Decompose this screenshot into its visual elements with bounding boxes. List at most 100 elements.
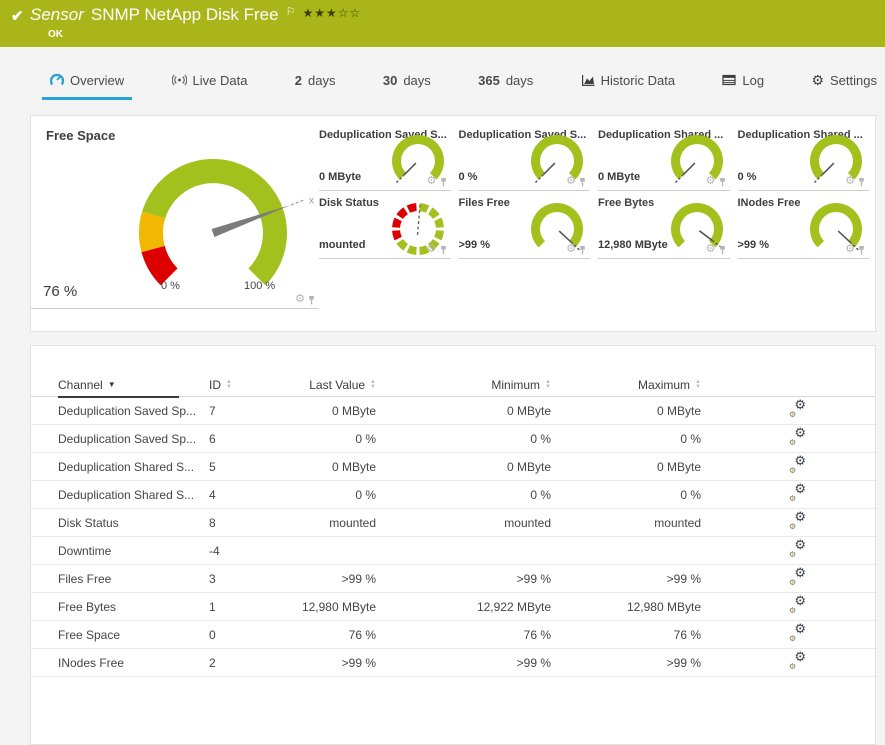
chart-icon bbox=[581, 74, 595, 87]
cell-channel: Deduplication Shared S... bbox=[31, 488, 209, 502]
pin-icon[interactable] bbox=[858, 245, 865, 255]
gear-icon[interactable]: ⚙ bbox=[706, 244, 716, 255]
cell-last: 76 % bbox=[299, 628, 376, 642]
cell-channel: Free Bytes bbox=[31, 600, 209, 614]
pin-icon[interactable] bbox=[719, 177, 726, 187]
log-icon bbox=[722, 74, 736, 86]
main-gauge-value: 76 % bbox=[43, 283, 77, 300]
broadcast-icon bbox=[172, 74, 187, 86]
cell-last: >99 % bbox=[299, 572, 376, 586]
table-row[interactable]: Free Bytes112,980 MByte12,922 MByte12,98… bbox=[31, 593, 875, 621]
gauge-cell-icons[interactable]: ⚙ bbox=[706, 244, 726, 255]
table-row[interactable]: Deduplication Shared S...40 %0 %0 %⚙⚙ bbox=[31, 481, 875, 509]
flag-icon[interactable]: ⚐ bbox=[286, 5, 296, 18]
page-title: SNMP NetApp Disk Free bbox=[91, 5, 279, 25]
channel-settings-icon[interactable]: ⚙⚙ bbox=[789, 430, 806, 445]
tab-historic-data[interactable]: Historic Data bbox=[575, 60, 681, 100]
gear-icon[interactable]: ⚙ bbox=[566, 244, 576, 255]
cell-max: mounted bbox=[551, 516, 701, 530]
tab-settings[interactable]: ⚙ Settings bbox=[805, 60, 883, 100]
gear-icon[interactable]: ⚙ bbox=[845, 176, 855, 187]
pin-icon[interactable] bbox=[858, 177, 865, 187]
tab-label: Overview bbox=[70, 73, 124, 88]
tab-live-data[interactable]: Live Data bbox=[166, 60, 254, 100]
gauge-cell-icons[interactable]: ⚙ bbox=[706, 176, 726, 187]
column-header-maximum[interactable]: Maximum▲▼ bbox=[551, 378, 701, 392]
gear-icon[interactable]: ⚙ bbox=[427, 244, 437, 255]
table-row[interactable]: Deduplication Saved Sp...60 %0 %0 %⚙⚙ bbox=[31, 425, 875, 453]
small-gauge-cell[interactable]: Deduplication Shared ...0 %⚙ bbox=[738, 124, 870, 191]
sensor-status-bar: ✔ Sensor SNMP NetApp Disk Free ⚐ ★★★☆☆ O… bbox=[0, 0, 885, 47]
tab-label-number: 365 bbox=[478, 73, 500, 88]
channel-settings-icon[interactable]: ⚙⚙ bbox=[789, 514, 806, 529]
pin-icon[interactable] bbox=[308, 295, 315, 305]
channel-settings-icon[interactable]: ⚙⚙ bbox=[789, 402, 806, 417]
tab-label: days bbox=[403, 73, 430, 88]
table-row[interactable]: Deduplication Saved Sp...70 MByte0 MByte… bbox=[31, 397, 875, 425]
gauge-min-label: 0 % bbox=[161, 280, 180, 292]
table-row[interactable]: INodes Free2>99 %>99 %>99 %⚙⚙ bbox=[31, 649, 875, 677]
table-row[interactable]: Disk Status8mountedmountedmounted⚙⚙ bbox=[31, 509, 875, 537]
gauge-cell-icons[interactable]: ⚙ bbox=[845, 244, 865, 255]
table-row[interactable]: Free Space076 %76 %76 %⚙⚙ bbox=[31, 621, 875, 649]
channel-settings-icon[interactable]: ⚙⚙ bbox=[789, 542, 806, 557]
small-gauge-cell[interactable]: Deduplication Saved S...0 %⚙ bbox=[459, 124, 591, 191]
main-gauge-cell[interactable]: Free Space x 76 % 0 % 100 % ⚙ bbox=[31, 116, 319, 309]
small-gauge-cell[interactable]: INodes Free>99 %⚙ bbox=[738, 192, 870, 259]
table-row[interactable]: Files Free3>99 %>99 %>99 %⚙⚙ bbox=[31, 565, 875, 593]
pin-icon[interactable] bbox=[579, 177, 586, 187]
cell-id: 1 bbox=[209, 600, 299, 614]
tab-log[interactable]: Log bbox=[716, 60, 770, 100]
channel-settings-icon[interactable]: ⚙⚙ bbox=[789, 486, 806, 501]
cell-id: 2 bbox=[209, 656, 299, 670]
column-header-id[interactable]: ID▲▼ bbox=[209, 378, 299, 392]
small-gauge-cell[interactable]: Deduplication Saved S...0 MByte⚙ bbox=[319, 124, 451, 191]
pin-icon[interactable] bbox=[440, 245, 447, 255]
column-header-channel[interactable]: Channel▼ bbox=[31, 378, 209, 392]
cell-id: 8 bbox=[209, 516, 299, 530]
tab-label-number: 30 bbox=[383, 73, 397, 88]
column-header-minimum[interactable]: Minimum▲▼ bbox=[376, 378, 551, 392]
gear-icon[interactable]: ⚙ bbox=[845, 244, 855, 255]
tab-365-days[interactable]: 365 days bbox=[472, 60, 539, 100]
table-row[interactable]: Deduplication Shared S...50 MByte0 MByte… bbox=[31, 453, 875, 481]
channel-settings-icon[interactable]: ⚙⚙ bbox=[789, 654, 806, 669]
cell-min: 0 % bbox=[376, 432, 551, 446]
pin-icon[interactable] bbox=[719, 245, 726, 255]
table-row[interactable]: Downtime-4⚙⚙ bbox=[31, 537, 875, 565]
tab-30-days[interactable]: 30 days bbox=[377, 60, 437, 100]
priority-stars[interactable]: ★★★☆☆ bbox=[302, 6, 361, 20]
tab-label: Live Data bbox=[193, 73, 248, 88]
gauge-cell-icons[interactable]: ⚙ bbox=[427, 176, 447, 187]
tab-label: days bbox=[506, 73, 533, 88]
gear-icon[interactable]: ⚙ bbox=[566, 176, 576, 187]
small-gauge-cell[interactable]: Files Free>99 %⚙ bbox=[459, 192, 591, 259]
cell-channel: Free Space bbox=[31, 628, 209, 642]
small-gauge-value: >99 % bbox=[459, 239, 491, 251]
cell-id: 4 bbox=[209, 488, 299, 502]
channel-settings-icon[interactable]: ⚙⚙ bbox=[789, 598, 806, 613]
cell-last: 0 % bbox=[299, 488, 376, 502]
gauge-cell-icons[interactable]: ⚙ bbox=[566, 244, 586, 255]
small-gauge-value: 0 MByte bbox=[319, 171, 361, 183]
tab-overview[interactable]: Overview bbox=[44, 60, 130, 100]
gear-icon[interactable]: ⚙ bbox=[427, 176, 437, 187]
small-gauge-cell[interactable]: Free Bytes12,980 MByte⚙ bbox=[598, 192, 730, 259]
channel-settings-icon[interactable]: ⚙⚙ bbox=[789, 626, 806, 641]
gear-icon[interactable]: ⚙ bbox=[295, 294, 305, 305]
pin-icon[interactable] bbox=[579, 245, 586, 255]
gear-icon[interactable]: ⚙ bbox=[706, 176, 716, 187]
gear-icon: ⚙ bbox=[811, 73, 824, 87]
pin-icon[interactable] bbox=[440, 177, 447, 187]
channel-settings-icon[interactable]: ⚙⚙ bbox=[789, 458, 806, 473]
gauge-cell-icons[interactable]: ⚙ bbox=[427, 244, 447, 255]
small-gauge-cell[interactable]: Disk Statusmounted⚙ bbox=[319, 192, 451, 259]
tab-2-days[interactable]: 2 days bbox=[289, 60, 342, 100]
channel-settings-icon[interactable]: ⚙⚙ bbox=[789, 570, 806, 585]
small-gauge-cell[interactable]: Deduplication Shared ...0 MByte⚙ bbox=[598, 124, 730, 191]
gauge-cell-icons[interactable]: ⚙ bbox=[845, 176, 865, 187]
gauge-cell-icons[interactable]: ⚙ bbox=[566, 176, 586, 187]
gauge-cell-icons[interactable]: ⚙ bbox=[295, 294, 315, 305]
column-header-last-value[interactable]: Last Value▲▼ bbox=[299, 378, 376, 392]
sort-icon: ▲▼ bbox=[226, 380, 232, 390]
